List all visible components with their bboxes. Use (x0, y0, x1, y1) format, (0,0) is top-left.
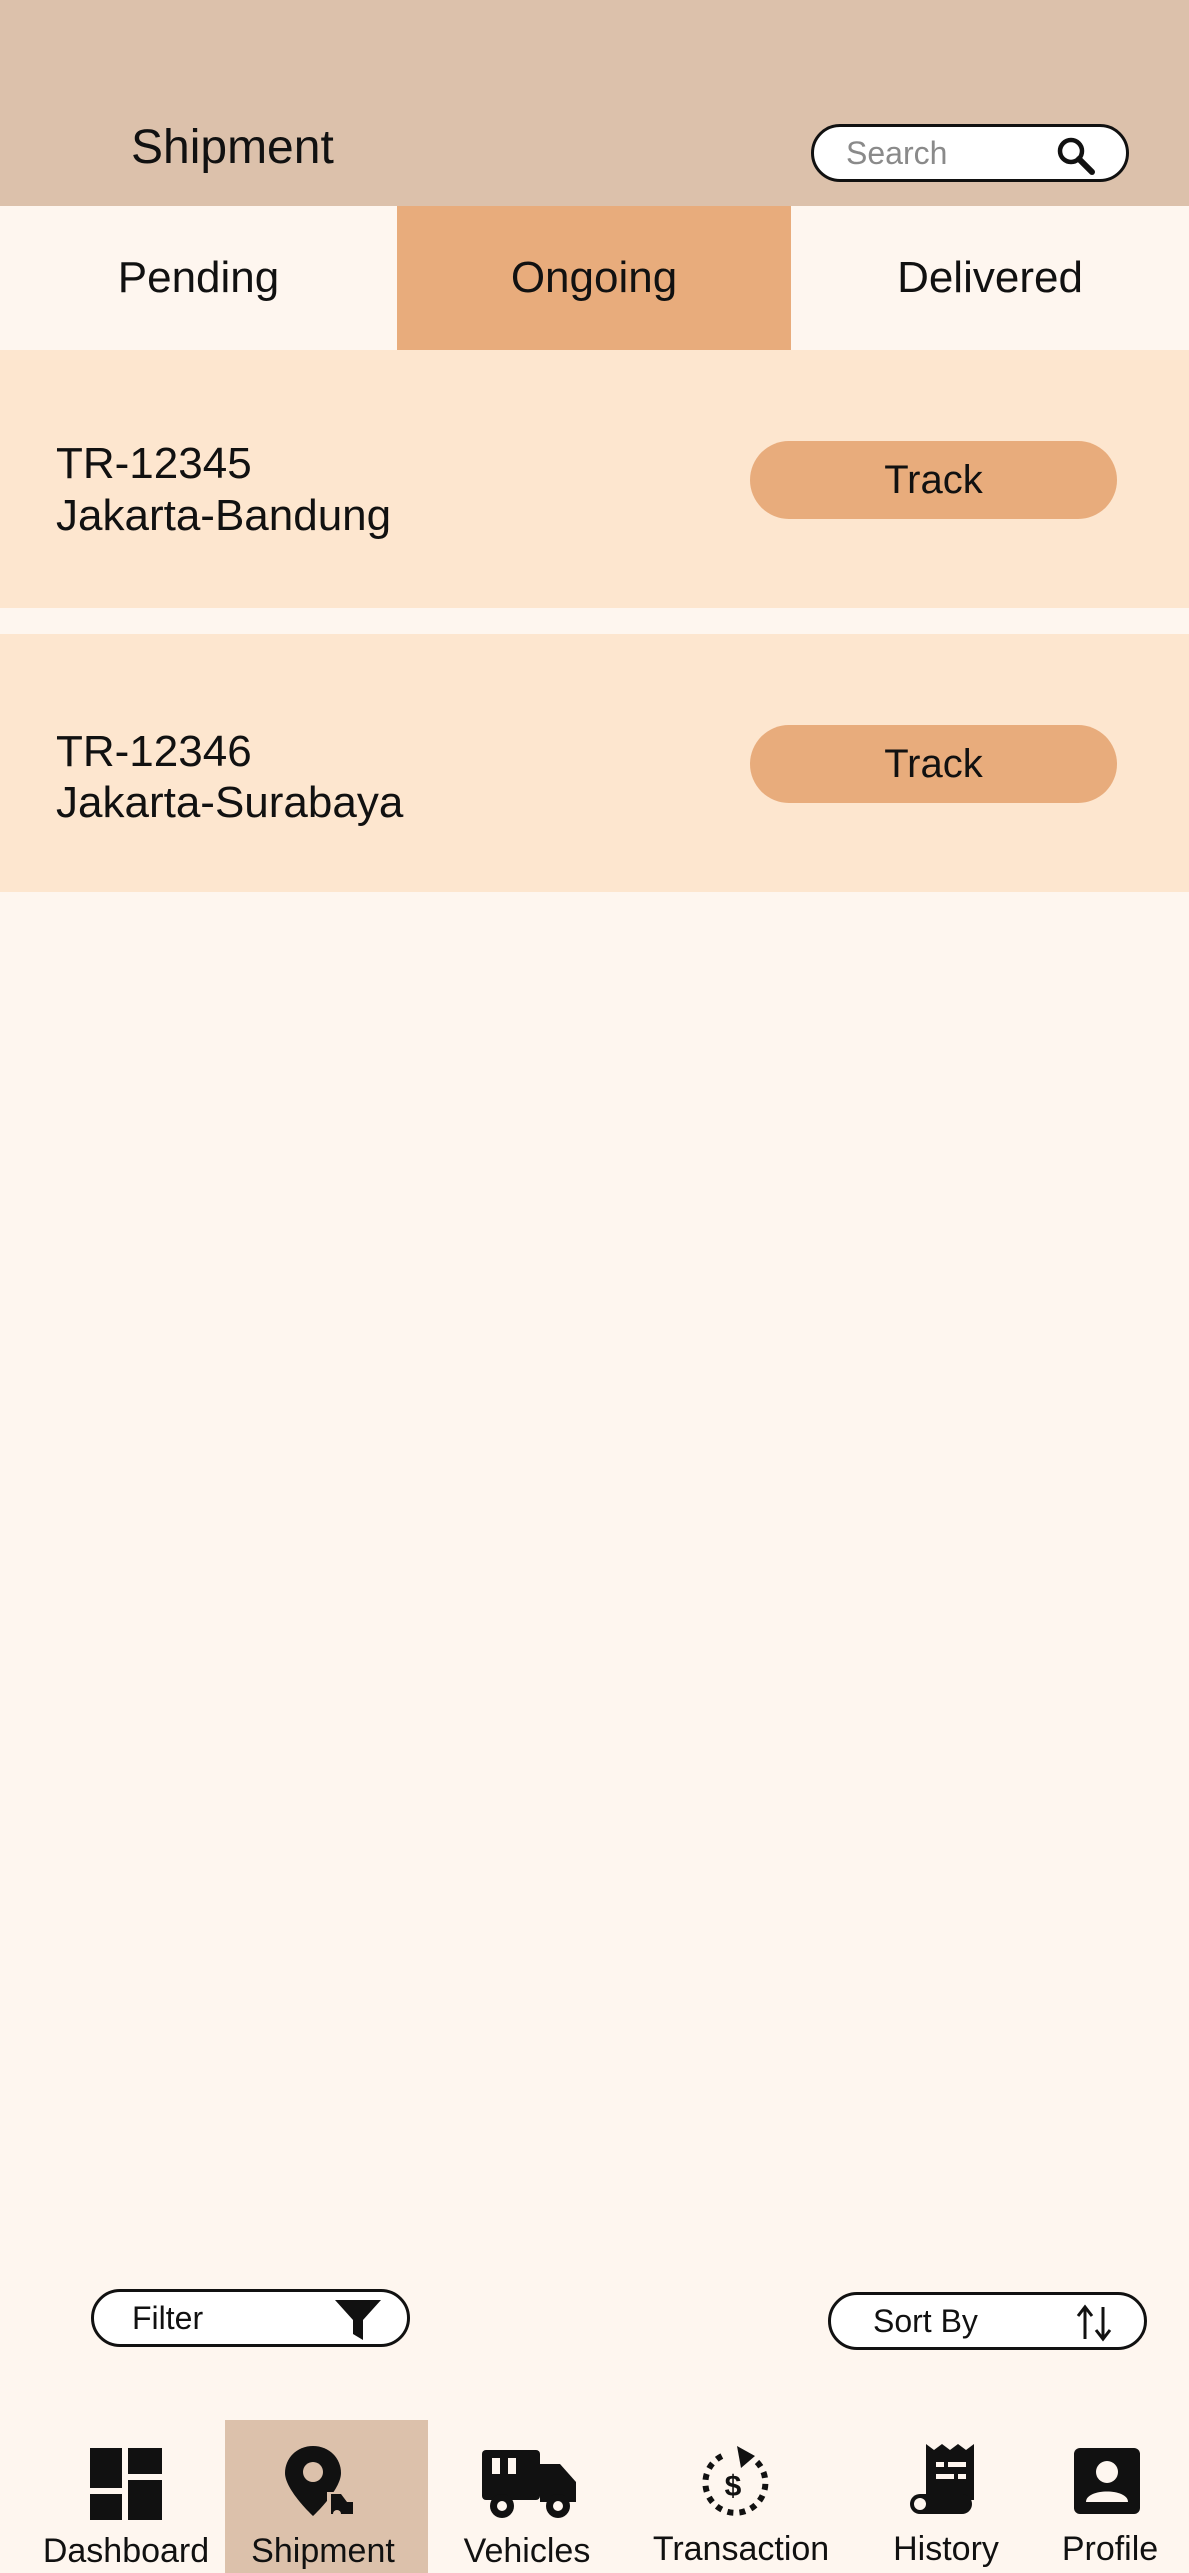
filter-funnel-icon (335, 2300, 381, 2340)
track-button[interactable]: Track (750, 441, 1117, 519)
page-title: Shipment (131, 121, 334, 174)
bottom-nav: Dashboard Shipment Vehicles $ Transactio… (0, 2420, 1189, 2573)
shipment-card: TR-12345 Jakarta-Bandung Track (0, 350, 1189, 608)
filter-label: Filter (132, 2299, 204, 2336)
tab-delivered[interactable]: Delivered (791, 206, 1189, 350)
nav-label: Shipment (251, 2532, 395, 2570)
nav-item-dashboard[interactable]: Dashboard (30, 2420, 220, 2573)
track-button[interactable]: Track (750, 725, 1117, 803)
nav-item-vehicles[interactable]: Vehicles (452, 2420, 602, 2573)
receipt-icon (910, 2444, 974, 2514)
nav-item-shipment[interactable]: Shipment (225, 2420, 428, 2573)
search-icon[interactable] (1056, 136, 1096, 176)
nav-label: Transaction (652, 2530, 830, 2568)
sort-button[interactable]: Sort By (828, 2292, 1147, 2350)
sort-arrows-icon (1076, 2304, 1112, 2342)
app-screen: Shipment Pending Ongoing Delivered TR-12… (0, 0, 1189, 2573)
nav-label: History (893, 2530, 999, 2568)
tab-pending[interactable]: Pending (0, 206, 397, 350)
shipment-route: Jakarta-Bandung (56, 491, 392, 540)
nav-label: Dashboard (42, 2532, 210, 2570)
location-pin-icon (285, 2446, 355, 2518)
profile-icon (1074, 2448, 1140, 2514)
nav-item-history[interactable]: History (880, 2420, 1010, 2573)
status-tabs: Pending Ongoing Delivered (0, 206, 1189, 350)
shipment-id: TR-12346 (56, 727, 252, 776)
dollar-refresh-icon: $ (702, 2446, 769, 2516)
filter-button[interactable]: Filter (91, 2289, 410, 2347)
svg-text:$: $ (725, 2470, 742, 2503)
tab-ongoing[interactable]: Ongoing (397, 206, 791, 350)
search-input[interactable] (846, 134, 1046, 172)
nav-label: Profile (1061, 2530, 1159, 2568)
nav-item-transaction[interactable]: $ Transaction (645, 2420, 840, 2573)
shipment-id: TR-12345 (56, 439, 252, 488)
nav-label: Vehicles (463, 2532, 591, 2570)
nav-item-profile[interactable]: Profile (1050, 2420, 1168, 2573)
shipment-route: Jakarta-Surabaya (56, 778, 404, 827)
dashboard-icon (90, 2448, 162, 2520)
truck-icon (482, 2450, 576, 2518)
header-bar: Shipment (0, 0, 1189, 206)
sort-label: Sort By (873, 2302, 978, 2339)
search-box[interactable] (811, 124, 1129, 182)
shipment-card: TR-12346 Jakarta-Surabaya Track (0, 634, 1189, 892)
